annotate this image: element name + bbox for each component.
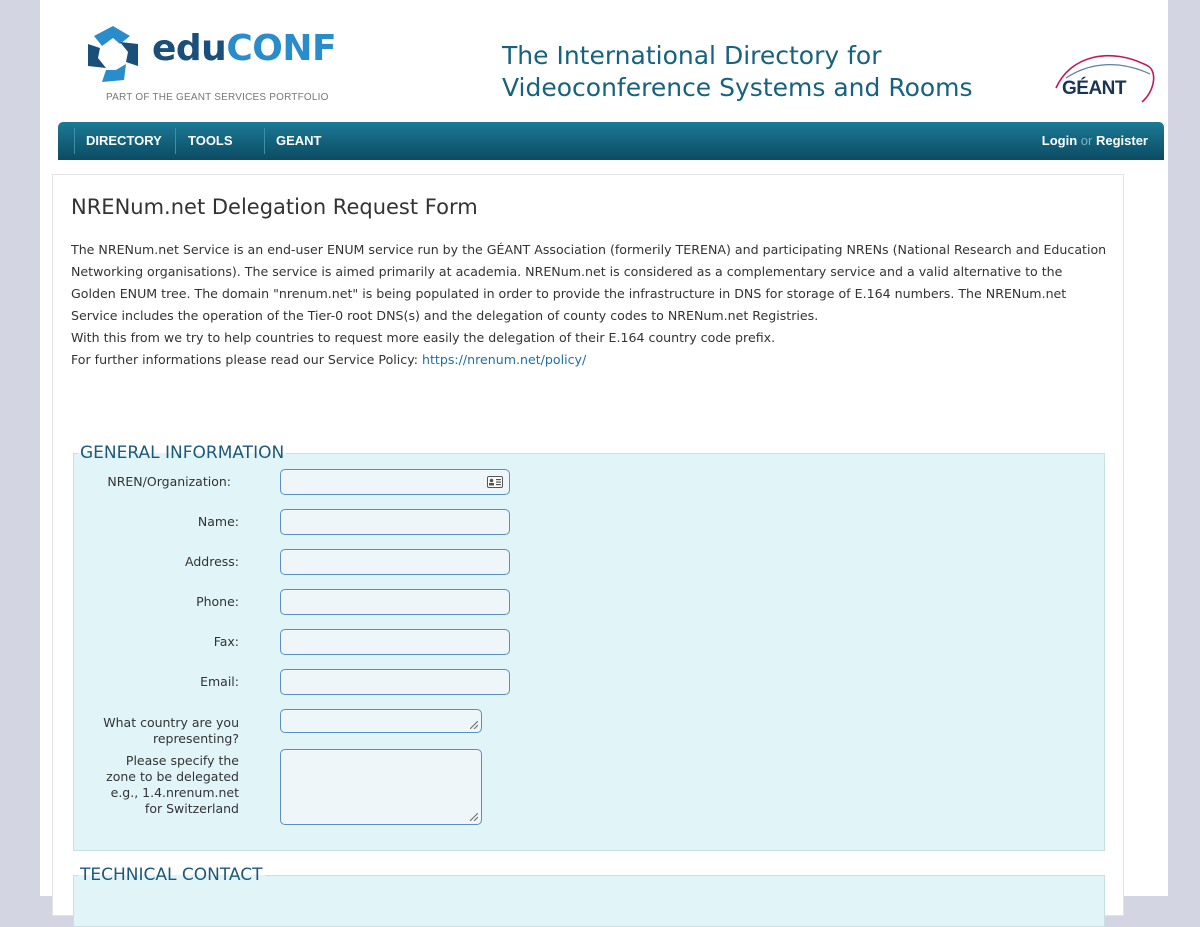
organization-input[interactable] (280, 469, 510, 495)
nav-divider (264, 128, 265, 154)
nav-divider (175, 128, 176, 154)
name-input[interactable] (280, 509, 510, 535)
nav-item-tools[interactable]: TOOLS (182, 122, 239, 160)
intro-line-request: With this from we try to help countries … (71, 330, 776, 345)
page-title: NRENum.net Delegation Request Form (71, 195, 478, 219)
country-label: What country are you representing? (103, 715, 239, 746)
contact-card-icon (487, 476, 503, 488)
page-container: eduCONF PART OF THE GEANT SERVICES PORTF… (40, 0, 1168, 927)
logo-tagline: PART OF THE GEANT SERVICES PORTFOLIO (106, 92, 329, 103)
intro-text: The NRENum.net Service is an end-user EN… (71, 239, 1111, 371)
auth-separator: or (1080, 133, 1093, 148)
general-information-legend: GENERAL INFORMATION (80, 443, 285, 463)
technical-contact-fieldset: TECHNICAL CONTACT (73, 865, 1105, 927)
organization-label: NREN/Organization: (107, 474, 231, 489)
email-input[interactable] (280, 669, 510, 695)
email-label: Email: (200, 674, 239, 689)
general-information-fieldset: GENERAL INFORMATION NREN/Organization: N… (73, 443, 1105, 851)
main-navbar: DIRECTORY TOOLS GEANT Login or Register (58, 122, 1164, 160)
policy-link[interactable]: https://nrenum.net/policy/ (422, 352, 586, 367)
intro-line-policy: For further informations please read our… (71, 349, 1111, 371)
site-title-line1: The International Directory for (502, 41, 882, 70)
name-label: Name: (197, 514, 239, 529)
login-link[interactable]: Login (1042, 133, 1077, 148)
educonf-logo-mark-icon (88, 26, 138, 82)
auth-links: Login or Register (1042, 122, 1148, 160)
address-label: Address: (185, 554, 239, 569)
phone-input[interactable] (280, 589, 510, 615)
site-title: The International Directory for Videocon… (502, 40, 1022, 104)
resize-handle-icon[interactable] (470, 721, 478, 729)
fax-input[interactable] (280, 629, 510, 655)
policy-prefix: For further informations please read our… (71, 352, 422, 367)
address-input[interactable] (280, 549, 510, 575)
nav-item-directory[interactable]: DIRECTORY (80, 122, 168, 160)
zone-textarea[interactable] (280, 749, 482, 825)
intro-paragraph: The NRENum.net Service is an end-user EN… (71, 242, 1107, 323)
fax-label: Fax: (213, 634, 239, 649)
site-title-line2: Videoconference Systems and Rooms (502, 73, 973, 102)
nav-divider (74, 128, 75, 154)
geant-logo[interactable]: GÉANT (1050, 48, 1160, 108)
nav-item-geant[interactable]: GEANT (270, 122, 328, 160)
main-content: NRENum.net Delegation Request Form The N… (52, 174, 1124, 927)
logo-wordmark: eduCONF (152, 28, 337, 69)
register-link[interactable]: Register (1096, 133, 1148, 148)
phone-label: Phone: (196, 594, 239, 609)
technical-contact-legend: TECHNICAL CONTACT (80, 865, 263, 885)
geant-logo-text: GÉANT (1062, 78, 1127, 99)
zone-label: Please specify the zone to be delegated … (106, 753, 239, 816)
resize-handle-icon[interactable] (470, 813, 478, 821)
country-textarea[interactable] (280, 709, 482, 733)
educonf-logo[interactable]: eduCONF PART OF THE GEANT SERVICES PORTF… (80, 22, 340, 112)
